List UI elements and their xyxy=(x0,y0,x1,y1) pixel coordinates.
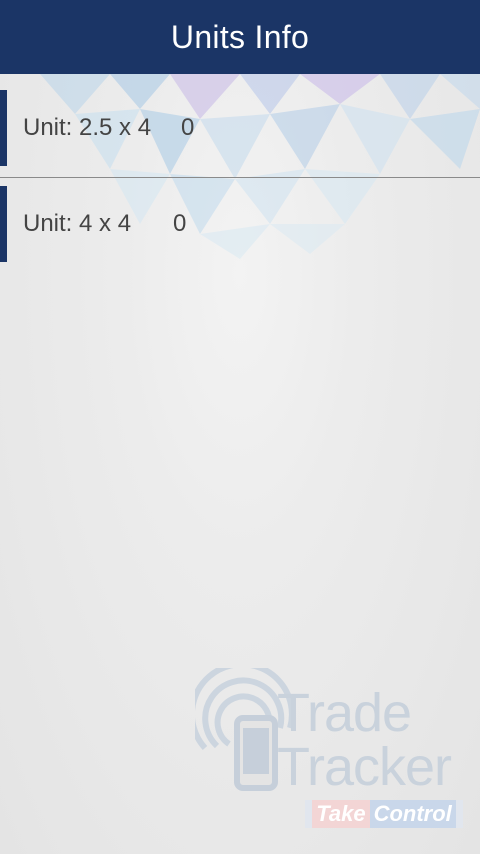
watermark-word-trade: Trade xyxy=(277,683,412,743)
tagline-take: Take xyxy=(312,800,370,828)
unit-accent-bar xyxy=(0,186,7,262)
app-header: Units Info xyxy=(0,0,480,74)
unit-count: 0 xyxy=(181,114,195,141)
unit-label: Unit: 4 x 4 xyxy=(23,210,132,237)
unit-row-1[interactable]: Unit: 2.5 x 4 0 xyxy=(0,90,480,166)
unit-row-2[interactable]: Unit: 4 x 4 0 xyxy=(0,186,480,262)
unit-accent-bar xyxy=(0,90,7,166)
watermark-tagline: Take Control xyxy=(305,800,463,828)
trade-tracker-watermark: Trade Tracker Take Control xyxy=(195,668,470,833)
page-title: Units Info xyxy=(170,18,310,55)
watermark-word-tracker: Tracker xyxy=(277,737,452,797)
unit-count: 0 xyxy=(173,210,187,237)
unit-label: Unit: 2.5 x 4 xyxy=(23,114,152,141)
row-divider xyxy=(0,177,480,178)
units-list: Unit: 2.5 x 4 0 Unit: 4 x 4 0 xyxy=(0,74,480,262)
tagline-control: Control xyxy=(369,800,456,828)
